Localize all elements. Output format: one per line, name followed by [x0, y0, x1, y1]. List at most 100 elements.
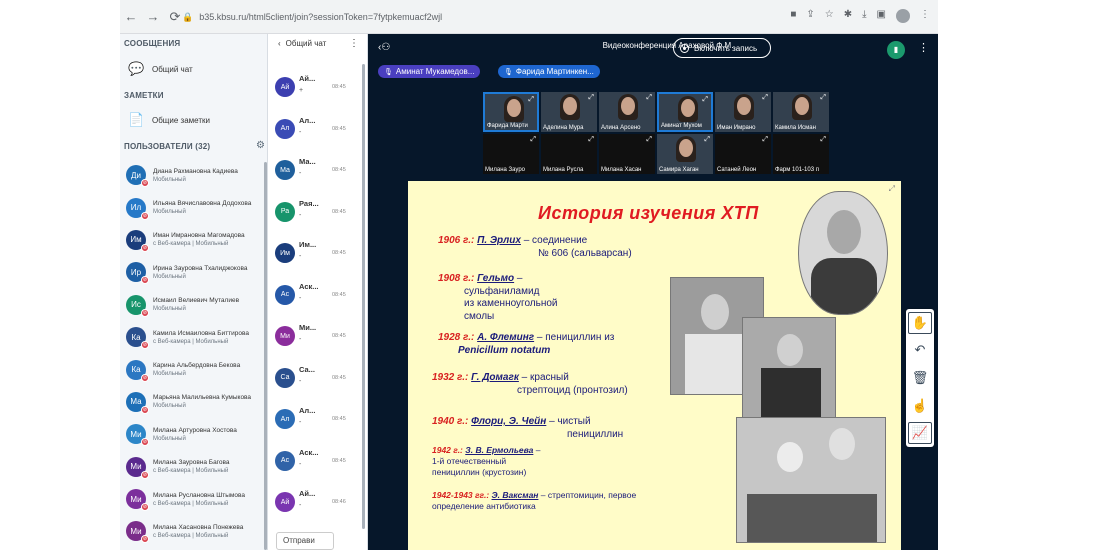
chat-options-icon[interactable]: ⋮	[349, 38, 359, 49]
participant-face	[679, 139, 693, 157]
back-icon[interactable]: ←	[120, 9, 142, 24]
undo-icon[interactable]: ↶	[908, 339, 932, 361]
webcam-name: Самира Хаган	[659, 167, 699, 173]
pointer-icon[interactable]: ☝	[908, 395, 932, 417]
chat-title: Общий чат	[285, 38, 327, 48]
settings-gear-icon[interactable]: ⚙	[256, 140, 265, 151]
user-list-item[interactable]: Ир ⊘ Ирина Зауровна Тхалиджокова Мобильный	[120, 256, 268, 288]
share-icon[interactable]: ⇪	[806, 9, 814, 23]
expand-icon[interactable]: ⤢	[702, 96, 708, 104]
user-status: с Веб-камера | Мобильный	[153, 468, 229, 475]
slide-title: История изучения ХТП	[538, 203, 759, 223]
user-name: Ильяна Вячиславовна Додохова	[153, 200, 252, 208]
browser-actions: ■ ⇪ ☆ ✱ ⤓ ▣ ⋮	[790, 9, 930, 23]
expand-icon[interactable]: ⤢	[820, 94, 826, 102]
expand-icon[interactable]: ⤢	[704, 136, 710, 144]
webcam-tile[interactable]: ⤢ Сатаней Леон	[715, 134, 771, 174]
user-list-toggle-icon[interactable]: ‹⚇	[378, 42, 390, 53]
user-list-item[interactable]: Ка ⊘ Камила Исмаиловна Биттирова с Веб-каме…	[120, 321, 268, 353]
message-author: Им...	[299, 240, 317, 249]
user-list-item[interactable]: Ис ⊘ Исмаил Велиевич Муталиев Мобильный	[120, 289, 268, 321]
presentation-slide: ⤢ История изучения ХТП 1906 г.: П. Эрлих…	[408, 181, 901, 550]
user-list-item[interactable]: Ми ⊘ Милана Руслановна Штымова с Веб-камера…	[120, 483, 268, 515]
expand-icon[interactable]: ⤢	[588, 136, 594, 144]
user-list-item[interactable]: Ми ⊘ Милана Хасановна Понежева с Веб-камера…	[120, 515, 268, 547]
profile-icon[interactable]	[896, 9, 910, 23]
extension-icon[interactable]: ✱	[844, 9, 852, 23]
menu-icon[interactable]: ⋮	[920, 9, 930, 23]
expand-icon[interactable]: ⤢	[820, 136, 826, 144]
user-list-item[interactable]: Ми ⊘ Милана Зауровна Багова с Веб-камера | …	[120, 451, 268, 483]
webcam-tile[interactable]: ⤢ Милана Хасан	[599, 134, 655, 174]
hand-icon[interactable]: ✋	[908, 311, 932, 334]
users-scrollbar[interactable]	[264, 162, 267, 550]
talking-indicator: 🎙 Фарида Мартинкен...	[498, 65, 600, 78]
webcam-tile[interactable]: ⤢ Аделина Мура	[541, 92, 597, 132]
user-status: с Веб-камера | Мобильный	[153, 338, 229, 345]
chat-message: Им Им... 08:45 -	[268, 240, 364, 282]
notes-icon: 📄	[128, 112, 145, 127]
webcam-name: Камила Исман	[775, 125, 816, 131]
expand-icon[interactable]: ⤢	[762, 94, 768, 102]
webcam-tile[interactable]: ⤢ Фарида Марти	[483, 92, 539, 132]
webcam-tile[interactable]: ⤢ Камила Исман	[773, 92, 829, 132]
star-icon[interactable]: ☆	[825, 9, 834, 23]
download-icon[interactable]: ⤓	[862, 9, 866, 23]
webcam-tile[interactable]: ⤢ Милана Зауро	[483, 134, 539, 174]
expand-icon[interactable]: ⤢	[588, 94, 594, 102]
participant-face	[681, 99, 695, 117]
fullscreen-icon[interactable]: ⤢	[889, 184, 895, 194]
avatar: Ис ⊘	[126, 294, 149, 317]
chat-message: Са Са... 08:45 -	[268, 365, 364, 407]
expand-icon[interactable]: ⤢	[528, 96, 534, 104]
record-button[interactable]: Включить запись	[673, 38, 771, 58]
webcam-tile[interactable]: ⤢ Фарм 101-103 п	[773, 134, 829, 174]
chat-header[interactable]: ‹ Общий чат ⋮	[268, 34, 367, 52]
mic-icon: 🎙	[384, 68, 393, 76]
address-bar[interactable]: 🔒 b35.kbsu.ru/html5client/join?sessionTo…	[182, 7, 782, 27]
user-list-item[interactable]: Ма ⊘ Марьяна Малильевна Кумыкова Мобильный	[120, 386, 268, 418]
shared-notes-item[interactable]: 📄 Общие заметки	[120, 112, 218, 128]
talker-name: Фарида Мартинкен...	[515, 67, 594, 76]
chat-scrollbar[interactable]	[362, 64, 365, 529]
avatar: Ил ⊘	[126, 197, 149, 220]
portrait-ehrlich-image	[798, 191, 888, 315]
message-list: Ай Ай... 08:45 + Ал Ал... 08:45- Ма Ма... 08:45- Р…	[268, 74, 364, 531]
camera-icon[interactable]: ■	[790, 9, 796, 23]
connection-status-icon[interactable]: ▮	[887, 41, 905, 59]
webcam-tile[interactable]: ⤢ Милана Русла	[541, 134, 597, 174]
webcam-name: Иман Имрано	[717, 125, 756, 131]
webcam-tile[interactable]: ⤢ Аминат Мухом	[657, 92, 713, 132]
user-list-item[interactable]: Ка ⊘ Карина Альбердовна Бекова Мобильный	[120, 353, 268, 385]
sidepanel-icon[interactable]: ▣	[877, 9, 886, 23]
slide-entry: 1940 г.: Флори, Э. Чейн – чистый пеницил…	[432, 416, 624, 440]
portrait-ermolyeva-image	[742, 317, 836, 423]
public-chat-item[interactable]: 💬 Общий чат	[120, 61, 201, 77]
chevron-left-icon[interactable]: ‹	[278, 39, 281, 48]
expand-icon[interactable]: ⤢	[530, 136, 536, 144]
muted-mic-icon: ⊘	[141, 535, 149, 544]
webcam-name: Милана Хасан	[601, 167, 642, 173]
expand-icon[interactable]: ⤢	[762, 136, 768, 144]
message-time: 08:46	[332, 499, 346, 505]
forward-icon[interactable]: →	[142, 9, 164, 24]
user-status: Мобильный	[153, 273, 186, 280]
expand-icon[interactable]: ⤢	[646, 136, 652, 144]
user-list-item[interactable]: Ил ⊘ Ильяна Вячиславовна Додохова Мобильный	[120, 191, 268, 223]
user-list-item[interactable]: Ди ⊘ Диана Рахмановна Кадиева Мобильный	[120, 159, 268, 191]
message-author: Ма...	[299, 157, 316, 166]
chart-icon[interactable]: 📈	[908, 422, 932, 445]
user-list-item[interactable]: Им ⊘ Иман Имрановна Магомадова с Веб-камера…	[120, 224, 268, 256]
expand-icon[interactable]: ⤢	[646, 94, 652, 102]
user-list-item[interactable]: Ми ⊘ Милана Артуровна Хостова Мобильный	[120, 418, 268, 450]
user-name: Иман Имрановна Магомадова	[153, 232, 245, 240]
slide-entry: 1932 г.: Г. Домагк – красный стрептоцид …	[432, 372, 628, 396]
trash-icon[interactable]: 🗑	[908, 367, 932, 389]
webcam-tile[interactable]: ⤢ Самира Хаган	[657, 134, 713, 174]
webcam-tile[interactable]: ⤢ Иман Имрано	[715, 92, 771, 132]
message-time: 08:45	[332, 291, 346, 298]
chat-message-input[interactable]: Отправи	[276, 532, 334, 550]
webcam-tile[interactable]: ⤢ Алина Арсено	[599, 92, 655, 132]
options-menu-icon[interactable]: ⋮	[918, 41, 929, 54]
message-time: 08:45	[332, 208, 346, 215]
